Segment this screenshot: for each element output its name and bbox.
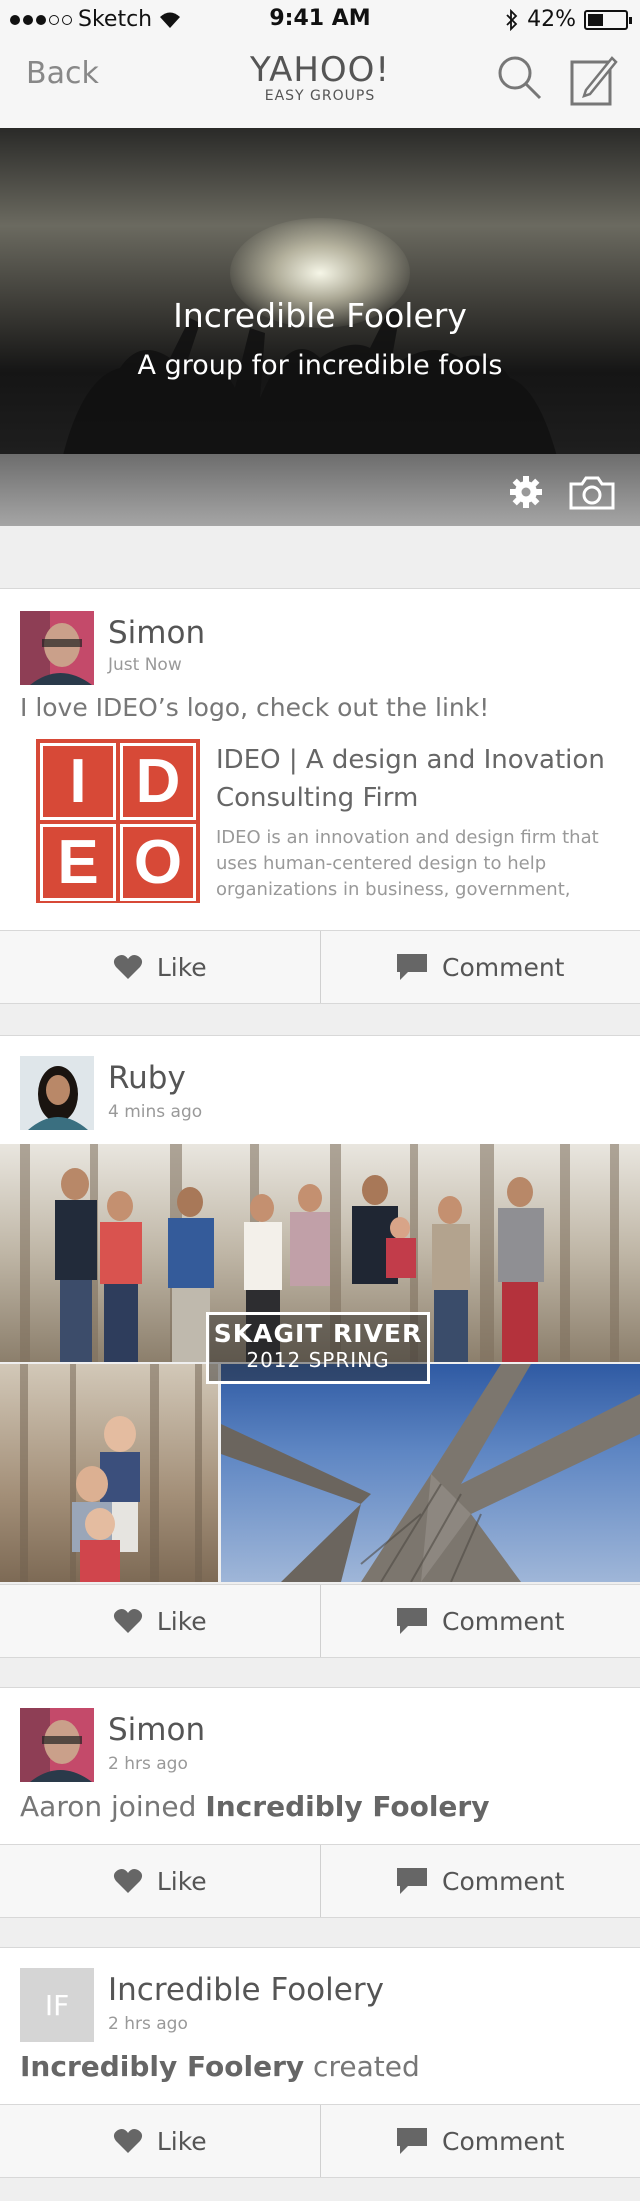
link-thumbnail-ideo-logo[interactable]: I D E O xyxy=(36,739,200,903)
post-actions: Like Comment xyxy=(0,2104,640,2178)
like-button[interactable]: Like xyxy=(0,2105,320,2177)
comment-button[interactable]: Comment xyxy=(319,1845,640,1917)
post-author[interactable]: Incredible Foolery xyxy=(108,1972,384,2008)
logo-letter: I xyxy=(40,743,116,820)
post-time: 2 hrs ago xyxy=(108,2014,188,2034)
heart-icon xyxy=(113,955,142,979)
logo-letter: E xyxy=(40,824,116,901)
settings-gear-icon[interactable] xyxy=(508,474,544,510)
heart-icon xyxy=(113,1869,142,1893)
battery-icon xyxy=(584,9,632,30)
comment-button[interactable]: Comment xyxy=(319,931,640,1003)
comment-label: Comment xyxy=(442,952,565,982)
post-text: I love IDEO’s logo, check out the link! xyxy=(20,693,490,722)
comment-label: Comment xyxy=(442,1866,565,1896)
comment-button[interactable]: Comment xyxy=(319,1585,640,1657)
avatar-image-ruby xyxy=(20,1056,94,1130)
album-title-tag[interactable]: SKAGIT RIVER 2012 SPRING xyxy=(206,1312,430,1384)
comment-label: Comment xyxy=(442,1606,565,1636)
album-subtitle: 2012 SPRING xyxy=(246,1348,390,1372)
camera-icon[interactable] xyxy=(568,476,616,510)
like-label: Like xyxy=(156,1606,207,1636)
status-right: 42% xyxy=(505,7,632,32)
like-label: Like xyxy=(156,2126,207,2156)
post-time: 4 mins ago xyxy=(108,1102,203,1122)
avatar[interactable] xyxy=(20,1056,94,1130)
group-link[interactable]: Incredibly Foolery xyxy=(20,2050,304,2083)
avatar[interactable] xyxy=(20,611,94,685)
post-actions: Like Comment xyxy=(0,1844,640,1918)
like-button[interactable]: Like xyxy=(0,931,320,1003)
post-author[interactable]: Ruby xyxy=(108,1060,186,1096)
post-text-prefix: Aaron joined xyxy=(20,1790,206,1823)
search-icon[interactable] xyxy=(494,52,546,104)
post-text-suffix: created xyxy=(304,2050,420,2083)
cover-toolbar xyxy=(0,454,640,526)
post-actions: Like Comment xyxy=(0,930,640,1004)
status-bar: Sketch 9:41 AM 42% xyxy=(0,0,640,40)
comment-icon xyxy=(397,2128,427,2154)
like-label: Like xyxy=(156,952,207,982)
post-text: Incredibly Foolery created xyxy=(20,2050,420,2083)
album-title: SKAGIT RIVER xyxy=(213,1319,423,1348)
avatar[interactable]: IF xyxy=(20,1968,94,2042)
heart-icon xyxy=(113,2129,142,2153)
logo-letter: D xyxy=(120,743,196,820)
link-title[interactable]: IDEO | A design and Inovation Consulting… xyxy=(216,741,626,817)
compose-icon[interactable] xyxy=(568,52,620,110)
link-description: IDEO is an innovation and design firm th… xyxy=(216,827,599,900)
group-link[interactable]: Incredibly Foolery xyxy=(205,1790,489,1823)
post-author[interactable]: Simon xyxy=(108,1712,205,1748)
comment-icon xyxy=(397,954,427,980)
comment-icon xyxy=(397,1868,427,1894)
post-actions: Like Comment xyxy=(0,1584,640,1658)
post-card-link: Simon Just Now I love IDEO’s logo, check… xyxy=(0,588,640,931)
comment-icon xyxy=(397,1608,427,1634)
post-text: Aaron joined Incredibly Foolery xyxy=(20,1790,489,1823)
avatar-image-simon xyxy=(20,611,94,685)
battery-percent: 42% xyxy=(527,7,576,32)
logo-letter: O xyxy=(120,824,196,901)
heart-icon xyxy=(113,1609,142,1633)
album-photo-kids[interactable] xyxy=(0,1364,218,1582)
post-author[interactable]: Simon xyxy=(108,615,205,651)
post-time: 2 hrs ago xyxy=(108,1754,188,1774)
like-button[interactable]: Like xyxy=(0,1845,320,1917)
group-tagline: A group for incredible fools xyxy=(137,350,503,381)
battery-level xyxy=(588,13,603,26)
tree-photo-art xyxy=(221,1364,640,1582)
group-name: Incredible Foolery xyxy=(173,296,467,335)
kids-photo-art xyxy=(20,1364,202,1582)
avatar-image-simon xyxy=(20,1708,94,1782)
avatar[interactable] xyxy=(20,1708,94,1782)
comment-button[interactable]: Comment xyxy=(319,2105,640,2177)
post-card-activity: Simon 2 hrs ago Aaron joined Incredibly … xyxy=(0,1687,640,1845)
album-photo-tree[interactable] xyxy=(221,1364,640,1582)
nav-bar: Back YAHOO! EASY GROUPS xyxy=(0,40,640,128)
post-card-created: IF Incredible Foolery 2 hrs ago Incredib… xyxy=(0,1947,640,2105)
bluetooth-icon xyxy=(506,8,518,31)
like-button[interactable]: Like xyxy=(0,1585,320,1657)
comment-label: Comment xyxy=(442,2126,565,2156)
post-card-album: Ruby 4 mins ago xyxy=(0,1035,640,1145)
group-cover-photo: Incredible Foolery A group for incredibl… xyxy=(0,128,640,454)
like-label: Like xyxy=(156,1866,207,1896)
post-time: Just Now xyxy=(108,655,182,675)
